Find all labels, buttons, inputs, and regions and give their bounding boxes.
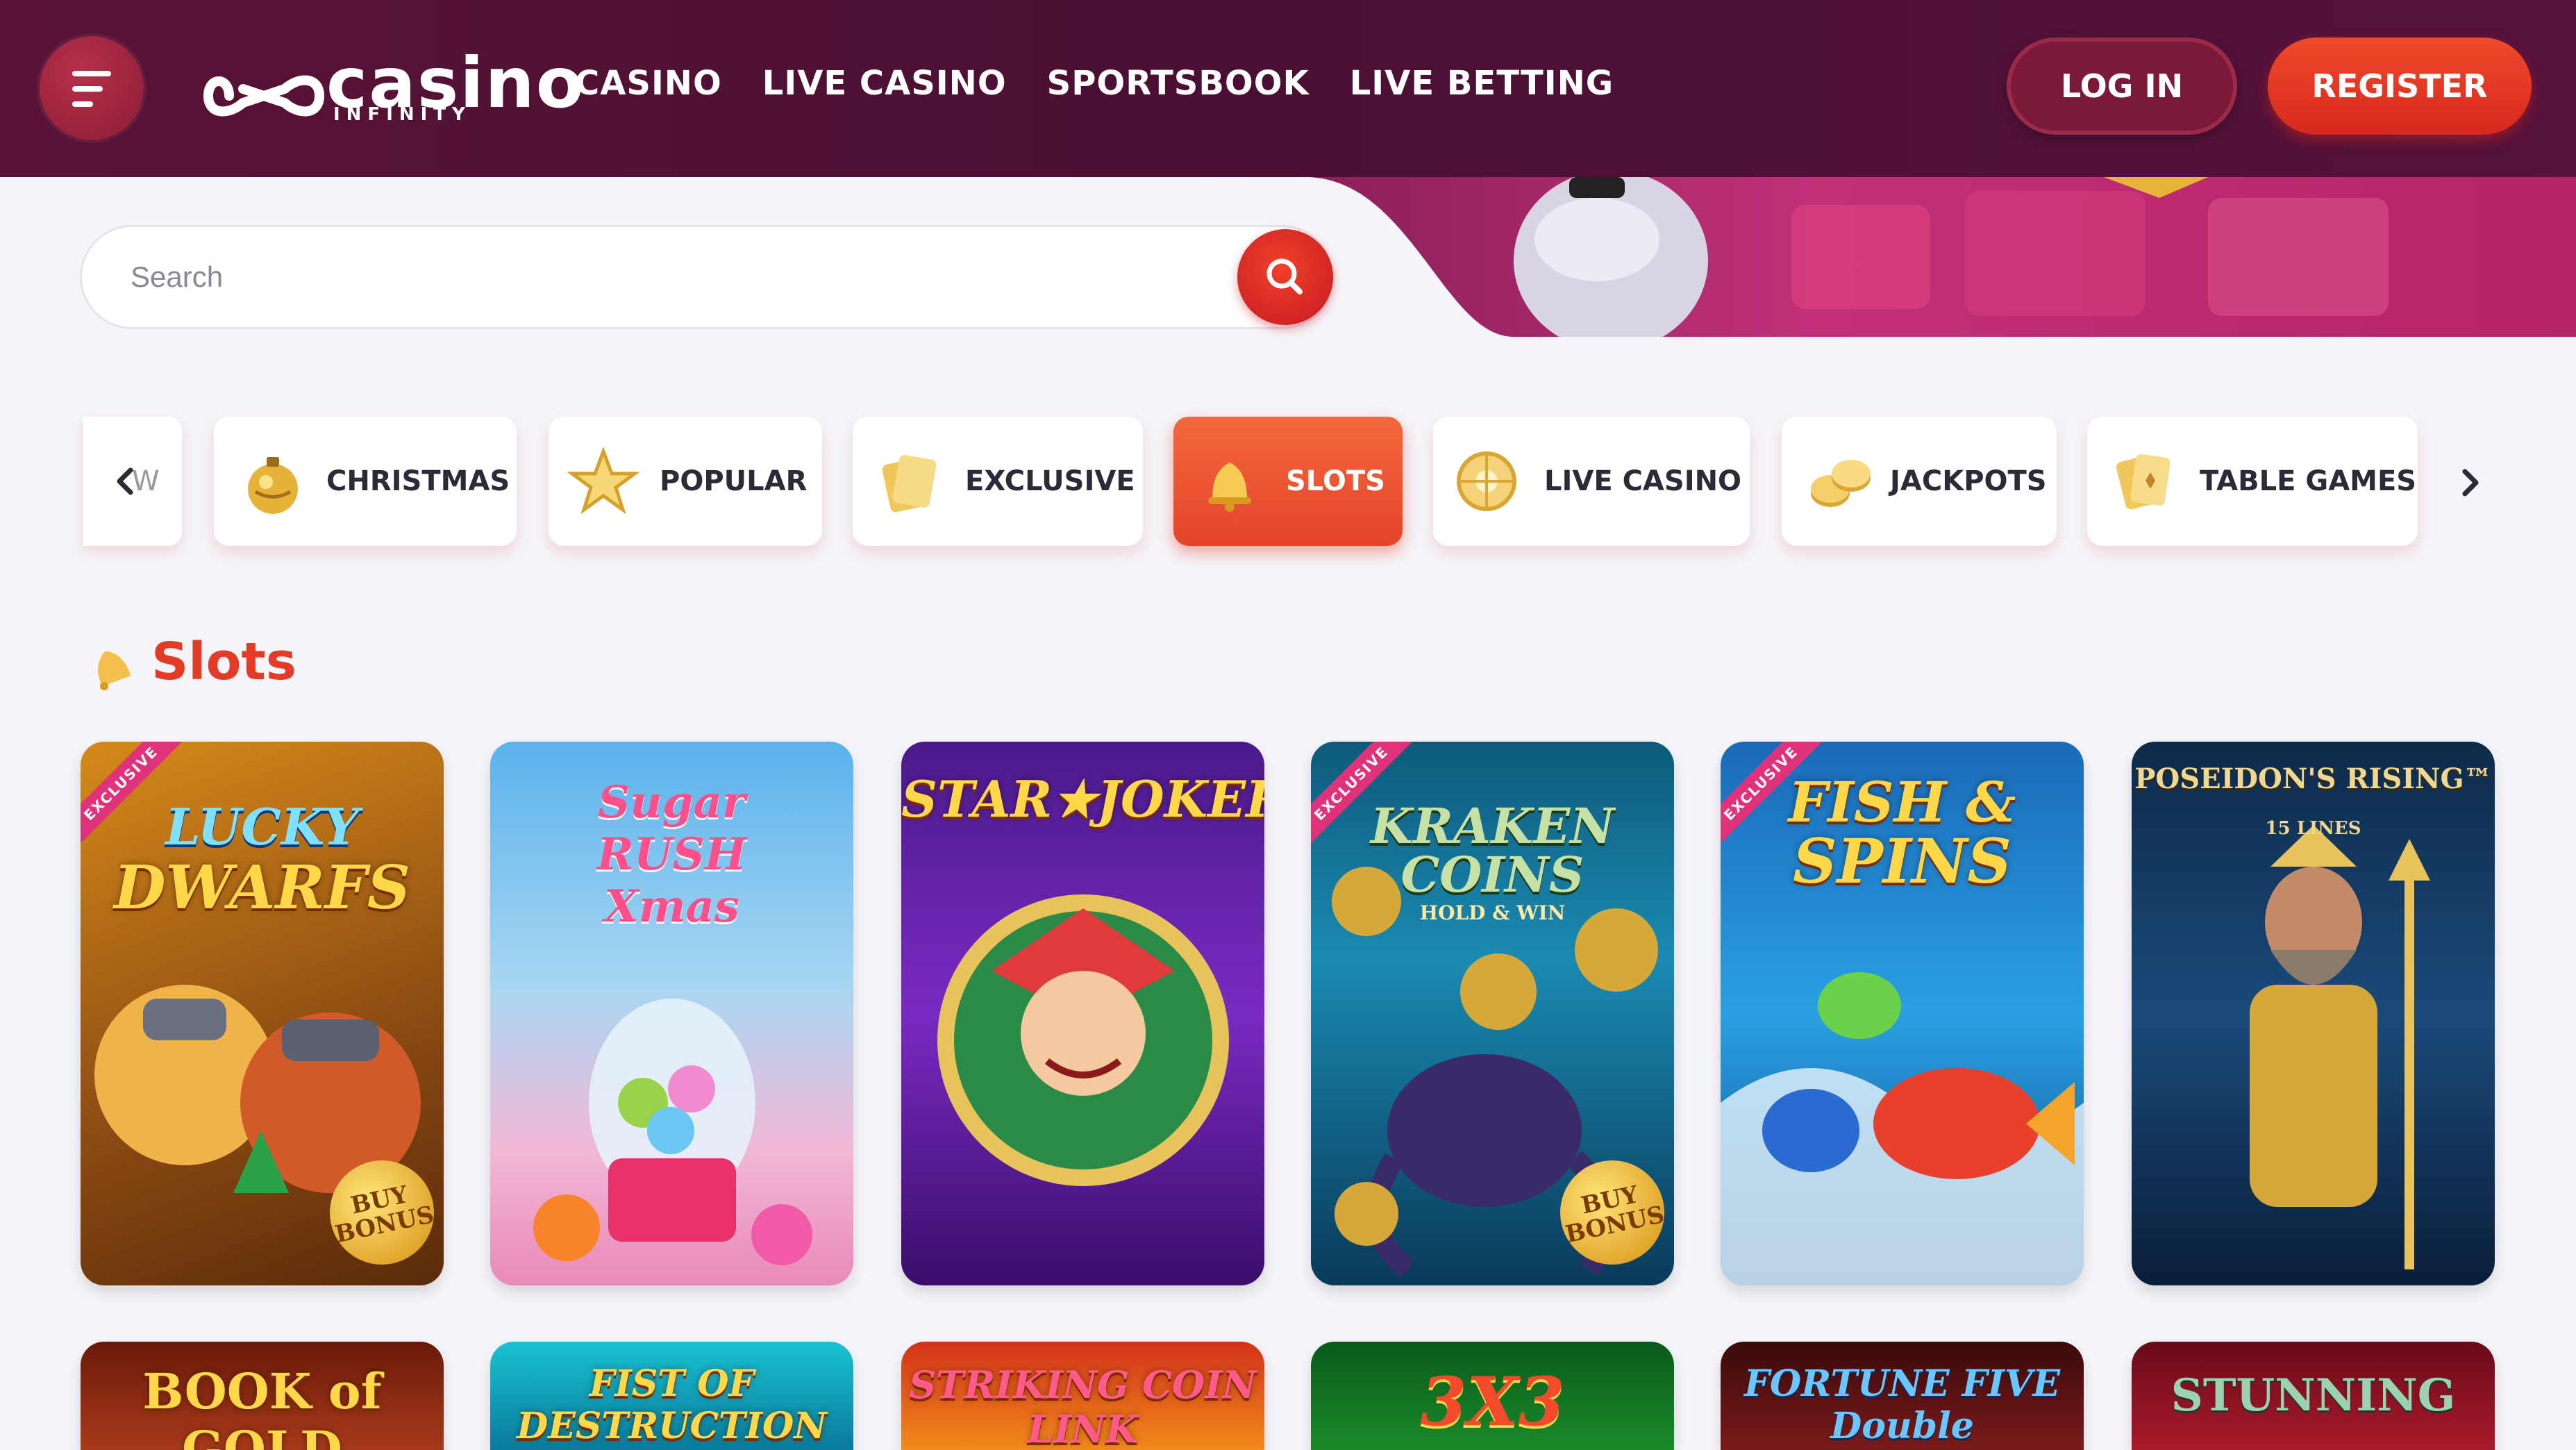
nav-live-casino[interactable]: LIVE CASINO: [762, 64, 1007, 103]
game-title: FIST OF DESTRUCTION: [517, 1362, 827, 1447]
bell-icon: [1208, 462, 1251, 512]
game-title: Sugar: [598, 776, 746, 828]
logo-subtitle: INFINITY: [333, 104, 471, 125]
hamburger-menu-button[interactable]: [40, 36, 144, 140]
search-input[interactable]: [131, 227, 1241, 327]
search-icon: [1266, 258, 1303, 294]
chevron-right-icon[interactable]: [2443, 455, 2498, 510]
login-button[interactable]: LOG IN: [2007, 38, 2237, 135]
roulette-icon: [1457, 451, 1516, 511]
exclusive-cards-icon: [882, 455, 937, 512]
category-label: CHRISTMAS: [326, 465, 510, 497]
casino-infinity-logo[interactable]: casino INFINITY: [201, 49, 583, 132]
game-tile-lucky-dwarfs[interactable]: EXCLUSIVE LUCKY DWARFS BUY BONUS: [81, 742, 444, 1285]
top-header: casino INFINITY CASINO LIVE CASINO SPORT…: [0, 0, 2576, 177]
category-slots[interactable]: SLOTS: [1173, 417, 1403, 546]
game-tile-sugar-rush-xmas[interactable]: Sugar RUSH Xmas: [490, 742, 853, 1285]
main-nav: CASINO LIVE CASINO SPORTSBOOK LIVE BETTI…: [575, 64, 1614, 103]
star-icon: [567, 446, 640, 515]
category-partial-label: W: [132, 465, 160, 497]
game-tile-star-joker[interactable]: STAR★JOKER: [901, 742, 1264, 1285]
game-title: POSEIDON'S RISING™: [2134, 762, 2492, 795]
banner-illustration-icon: [1305, 177, 2576, 337]
game-title: DWARFS: [113, 853, 411, 923]
game-title: FORTUNE FIVE Double: [1743, 1362, 2061, 1447]
game-tile-3x3[interactable]: 3X3: [1311, 1342, 1674, 1450]
coins-icon: [1811, 460, 1871, 507]
category-exclusive[interactable]: EXCLUSIVE: [853, 417, 1143, 546]
game-tile-striking-coin-link[interactable]: STRIKING COIN LINK: [901, 1342, 1264, 1450]
game-subtitle: 15 LINES: [2265, 818, 2361, 839]
search-button[interactable]: [1237, 229, 1333, 325]
nav-live-betting[interactable]: LIVE BETTING: [1350, 64, 1614, 103]
category-jackpots[interactable]: JACKPOTS: [1782, 417, 2057, 546]
category-popular[interactable]: POPULAR: [549, 417, 822, 546]
bell-icon: [98, 651, 131, 690]
game-tile-fortune-five-double[interactable]: FORTUNE FIVE Double: [1721, 1342, 2084, 1450]
game-tile-fist-of-destruction[interactable]: FIST OF DESTRUCTION: [490, 1342, 853, 1450]
game-tile-fish-and-spins[interactable]: EXCLUSIVE FISH & SPINS: [1721, 742, 2084, 1285]
category-label: LIVE CASINO: [1544, 465, 1742, 497]
game-title: LUCKY: [165, 797, 359, 856]
playing-cards-icon: [2116, 453, 2171, 510]
game-title: Xmas: [604, 881, 739, 933]
register-button[interactable]: REGISTER: [2268, 38, 2532, 135]
category-table-games[interactable]: TABLE GAMES: [2087, 417, 2418, 546]
menu-line-icon: [72, 71, 111, 76]
category-label: JACKPOTS: [1890, 465, 2047, 497]
game-title: STAR★JOKER: [901, 769, 1264, 828]
game-tile-book-of-gold[interactable]: BOOK of GOLD: [81, 1342, 444, 1450]
game-title: BOOK of GOLD: [142, 1362, 382, 1450]
category-live-casino[interactable]: LIVE CASINO: [1433, 417, 1750, 546]
game-tile-stunning[interactable]: STUNNING: [2132, 1342, 2495, 1450]
category-christmas[interactable]: CHRISTMAS: [214, 417, 517, 546]
nav-casino[interactable]: CASINO: [575, 64, 722, 103]
game-title: COINS: [1400, 846, 1584, 903]
menu-line-icon: [72, 86, 103, 92]
category-partial-tile[interactable]: W: [83, 417, 182, 546]
category-label: SLOTS: [1286, 465, 1385, 497]
game-subtitle: HOLD & WIN: [1419, 901, 1566, 924]
game-title: SPINS: [1793, 825, 2012, 897]
promo-banner-art[interactable]: [1305, 177, 2576, 337]
game-title: 3X3: [1420, 1362, 1565, 1441]
christmas-ornament-icon: [248, 457, 298, 514]
menu-line-icon: [72, 101, 93, 107]
game-tile-kraken-coins[interactable]: EXCLUSIVE KRAKEN COINS HOLD & WIN BUY BO…: [1311, 742, 1674, 1285]
search-bar: [82, 227, 1332, 327]
category-label: TABLE GAMES: [2200, 465, 2417, 497]
category-label: EXCLUSIVE: [965, 465, 1135, 497]
game-tile-poseidons-rising[interactable]: POSEIDON'S RISING™ 15 LINES: [2132, 742, 2495, 1285]
category-label: POPULAR: [660, 465, 808, 497]
nav-sportsbook[interactable]: SPORTSBOOK: [1047, 64, 1310, 103]
section-title: Slots: [151, 632, 296, 692]
game-title: STRIKING COIN LINK: [909, 1362, 1257, 1450]
infinity-logo-icon: [203, 75, 325, 117]
game-title: RUSH: [596, 828, 747, 881]
game-title: STUNNING: [2171, 1369, 2456, 1422]
